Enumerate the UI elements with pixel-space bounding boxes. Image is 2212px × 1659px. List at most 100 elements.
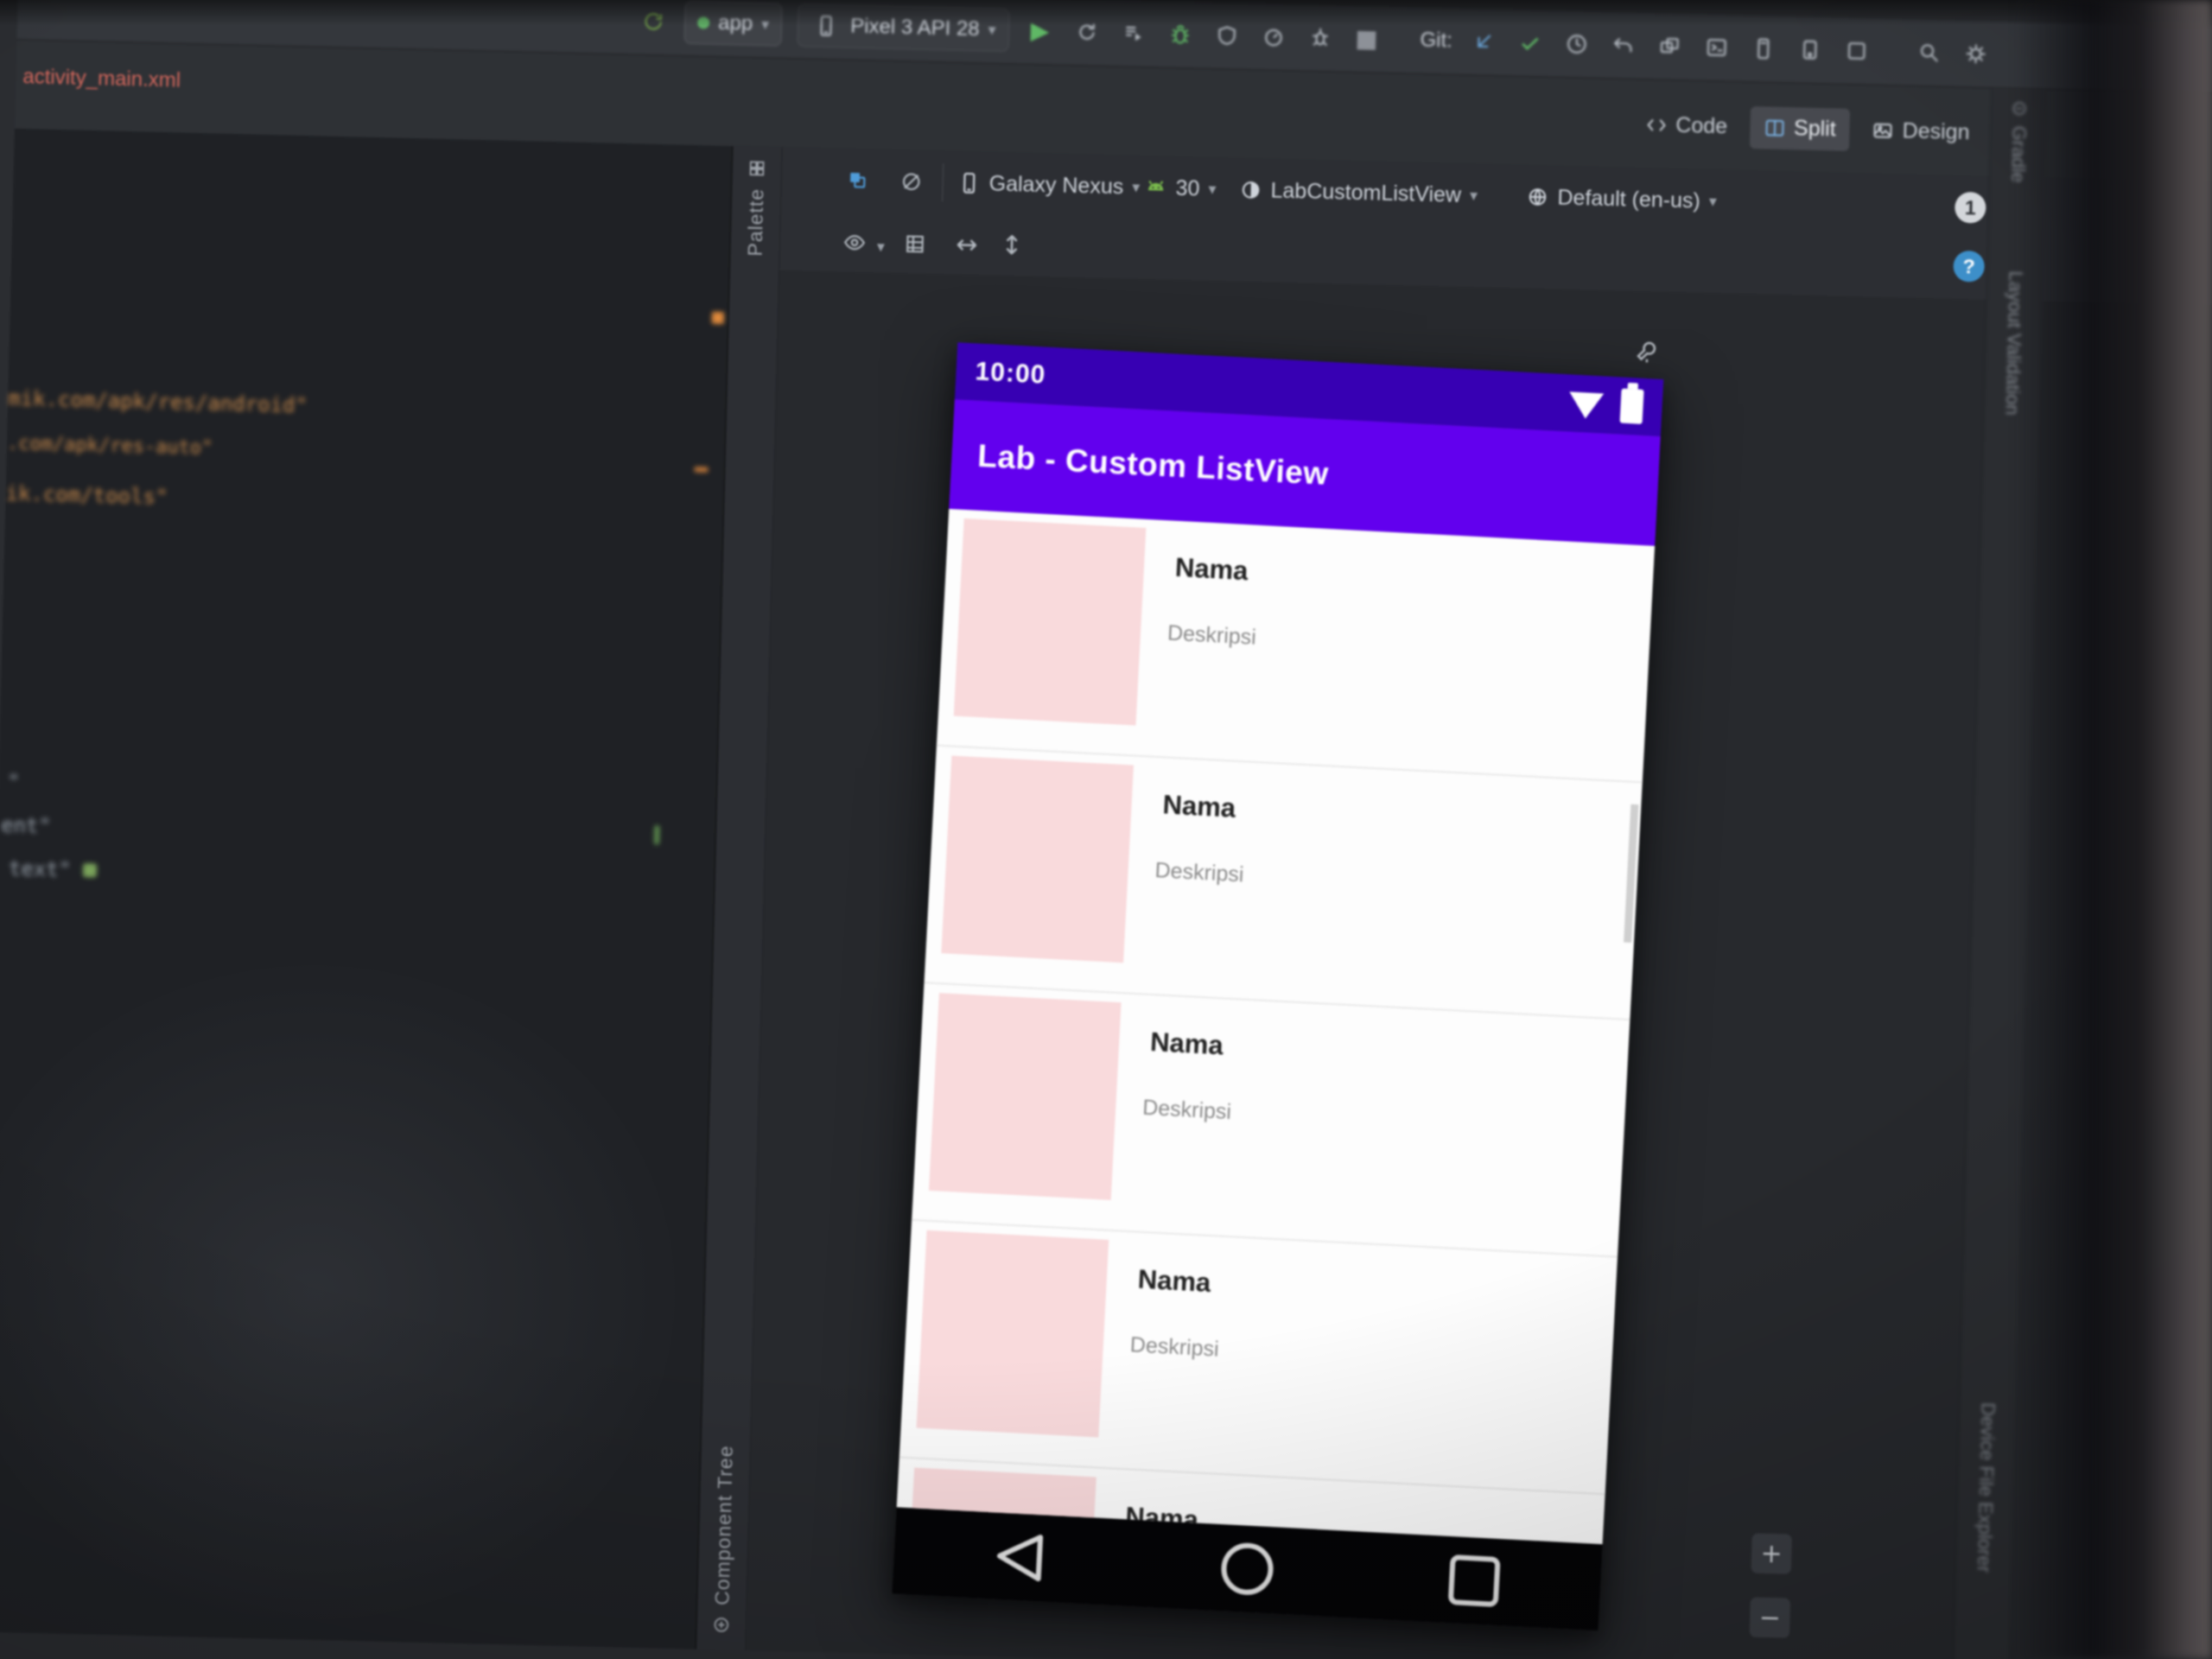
code-fragment: mik.com/apk/res/android" [7,385,308,418]
issue-count-badge[interactable]: 1 [1954,191,1986,224]
render-wrench-icon[interactable] [1634,340,1661,371]
eye-icon [843,235,866,251]
ui-mode-button[interactable] [893,164,929,200]
item-image-placeholder [941,755,1135,963]
status-time: 10:00 [974,357,1047,390]
git-update-button[interactable] [1467,26,1499,58]
zoom-out-button[interactable]: − [1748,1596,1792,1639]
tab-code[interactable]: Code [1631,103,1742,148]
api-level-select[interactable]: 30 ▾ [1144,167,1217,210]
phone-preview[interactable]: 10:00 Lab - Custom ListView Nama Deskrip… [892,342,1664,1631]
code-icon [1647,118,1666,131]
code-editor-content: mik.com/apk/res/android" .com/apk/res-au… [0,129,732,1649]
gradle-label: Gradle [2007,125,2031,183]
chevron-down-icon: ▾ [1708,192,1718,211]
run-config-status-dot [696,16,710,29]
rollback-button[interactable] [1607,29,1639,61]
run-button[interactable]: ▶ [1024,15,1056,47]
settings-gear-button[interactable] [1960,38,1992,70]
chevron-down-icon: ▾ [988,20,996,40]
custom-listview[interactable]: Nama Deskripsi Nama Deskripsi Nama Deskr… [896,508,1656,1545]
nav-recents-icon [1448,1554,1501,1607]
help-badge[interactable]: ? [1953,250,1986,283]
no-night-mode-icon [902,173,920,191]
list-item[interactable]: Nama Deskripsi [924,746,1643,1021]
code-fragment: ent" [0,812,52,839]
target-device-select[interactable]: Pixel 3 API 28 ▾ [797,3,1010,53]
component-tree-icon [714,1618,729,1632]
orientation-vertical-icon[interactable]: ↕ [994,229,1029,264]
design-icon [1873,123,1892,138]
gutter-change-mark [653,825,660,845]
file-tab-label: activity_main.xml [22,65,181,92]
component-tree-tool-button[interactable]: Component Tree [697,1444,750,1635]
item-name: Nama [1161,789,1236,823]
tab-design[interactable]: Design [1858,109,1984,155]
zoom-in-button[interactable]: + [1750,1532,1793,1575]
device-select-label: Galaxy Nexus [988,171,1124,199]
status-icons [1567,385,1644,424]
code-fragment: ik.com/tools" [5,480,168,510]
device-file-explorer-tool-button[interactable]: Device File Explorer [1956,1402,2016,1573]
toolbar-separator [942,163,944,202]
android-studio-window: app ▾ Pixel 3 API 28 ▾ ▶ ■ Git: activity… [0,0,2212,1659]
chevron-down-icon: ▾ [1208,180,1217,199]
run-configuration-select[interactable]: app ▾ [683,0,783,47]
item-description: Deskripsi [1154,858,1245,887]
item-image-placeholder [928,993,1122,1200]
file-tab[interactable]: activity_main.xml [22,65,181,92]
chevron-down-icon: ▾ [1132,178,1141,197]
tab-code-label: Code [1675,112,1728,138]
list-item[interactable]: Nama Deskripsi [899,1220,1618,1496]
sync-project-icon[interactable] [638,6,670,38]
layout-validation-label: Layout Validation [2001,270,2027,416]
code-editor-panel[interactable]: mik.com/apk/res/android" .com/apk/res-au… [0,128,734,1649]
profile-shield-button[interactable] [1211,20,1243,52]
item-description: Deskripsi [1129,1332,1220,1362]
run-with-coverage-button[interactable] [1117,17,1149,49]
theme-select-label: LabCustomListView [1270,177,1462,207]
orientation-horizontal-icon[interactable]: ↔ [949,227,984,263]
layout-inspector-button[interactable] [1840,35,1872,67]
locale-select[interactable]: Default (en-us) ▾ [1526,176,1718,222]
layout-validation-tool-button[interactable]: Layout Validation [1985,270,2044,416]
help-glyph: ? [1962,254,1976,277]
chevron-down-icon: ▾ [760,15,770,34]
git-commit-button[interactable] [1514,27,1546,59]
apply-changes-button[interactable] [1071,16,1103,48]
list-item[interactable]: Nama Deskripsi [912,983,1630,1258]
blueprint-grid-button[interactable] [897,226,932,262]
project-structure-button[interactable] [1654,30,1686,62]
theme-select[interactable]: LabCustomListView ▾ [1239,169,1478,217]
nav-home-icon [1221,1542,1274,1595]
avd-manager-button[interactable] [1747,33,1779,65]
palette-tool-button[interactable]: Palette [731,158,782,257]
item-image-placeholder [916,1230,1109,1438]
chevron-down-icon: ▾ [876,238,886,257]
device-manager-button[interactable] [1794,34,1826,66]
gradle-tool-button[interactable]: Gradle [1990,99,2047,184]
stop-button[interactable]: ■ [1351,23,1382,55]
profiler-button[interactable] [1257,21,1289,53]
view-options-button[interactable] [837,225,873,260]
debug-button[interactable] [1164,18,1196,50]
tab-design-label: Design [1902,118,1970,144]
grid-icon [906,235,924,253]
history-button[interactable] [1560,29,1592,60]
design-surface-select[interactable] [840,162,875,198]
list-item[interactable]: Nama Deskripsi [936,508,1656,784]
tab-split[interactable]: Split [1749,105,1851,151]
item-image-placeholder [953,518,1147,726]
zoom-out-glyph: − [1758,1602,1782,1633]
component-tree-label: Component Tree [709,1444,737,1605]
zoom-in-glyph: + [1760,1538,1783,1569]
device-select[interactable]: Galaxy Nexus ▾ [957,162,1141,208]
palette-label: Palette [743,188,767,257]
search-everywhere-button[interactable] [1913,37,1945,69]
gradle-icon [2012,102,2026,116]
attach-debugger-button[interactable] [1304,22,1336,54]
tab-split-label: Split [1793,115,1837,141]
terminal-button[interactable] [1700,32,1732,64]
phone-icon [963,172,976,194]
photo-frame: app ▾ Pixel 3 API 28 ▾ ▶ ■ Git: activity… [0,0,2212,1659]
